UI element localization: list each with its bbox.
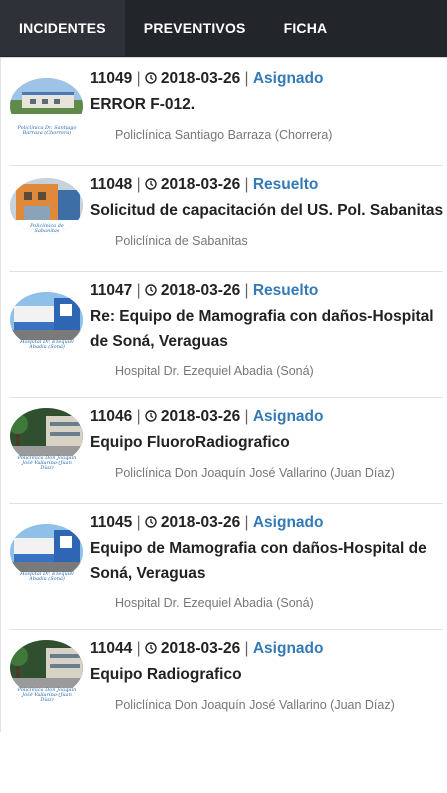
incident-item[interactable]: Policlínica de Sabanitas 11048 | 2018-03… <box>9 166 443 272</box>
incident-id: 11048 <box>90 176 133 193</box>
incident-site: Policlínica Don Joaquín José Vallarino (… <box>115 698 395 712</box>
status-badge: Asignado <box>252 514 324 531</box>
incident-item[interactable]: Policlínica Dr. Santiago Barraza (Chorre… <box>9 58 443 166</box>
incident-title: Solicitud de capacitación del US. Pol. S… <box>90 202 444 219</box>
incident-site: Policlínica Don Joaquín José Vallarino (… <box>115 466 395 480</box>
incident-date: 2018-03-26 <box>160 640 241 657</box>
tab-incidentes[interactable]: INCIDENTES <box>0 0 125 56</box>
incident-item[interactable]: Policlínica Don Joaquín José Vallarino (… <box>9 630 443 732</box>
tab-bar-spacer <box>346 0 447 57</box>
tab-ficha[interactable]: FICHA <box>265 0 347 56</box>
incident-item[interactable]: Policlínica Don Joaquín José Vallarino (… <box>9 398 443 504</box>
incident-site: Hospital Dr. Ezequiel Abadia (Soná) <box>115 364 314 378</box>
incident-title: Equipo de Mamografia con daños-Hospital … <box>90 540 427 582</box>
clock-icon <box>145 516 157 528</box>
incident-header: 11045 | 2018-03-26 | Asignado <box>90 514 324 531</box>
clock-icon <box>145 178 157 190</box>
clock-icon <box>145 642 157 654</box>
incident-header: 11044 | 2018-03-26 | Asignado <box>90 640 324 657</box>
incident-id: 11046 <box>90 408 133 425</box>
incident-date: 2018-03-26 <box>160 282 241 299</box>
incident-id: 11049 <box>90 70 133 87</box>
status-badge: Asignado <box>252 408 324 425</box>
incident-header: 11048 | 2018-03-26 | Resuelto <box>90 176 319 193</box>
incident-header: 11047 | 2018-03-26 | Resuelto <box>90 282 319 299</box>
thumb-caption: Policlínica Don Joaquín José Vallarino (… <box>17 455 77 471</box>
status-badge: Asignado <box>252 70 324 87</box>
incident-site: Policlínica de Sabanitas <box>115 234 248 248</box>
incident-item[interactable]: Hospital Dr. Ezequiel Abadia (Soná) 1104… <box>9 272 443 398</box>
incident-id: 11047 <box>90 282 133 299</box>
incident-item[interactable]: Hospital Dr. Ezequiel Abadia (Soná) 1104… <box>9 504 443 630</box>
incident-date: 2018-03-26 <box>160 514 241 531</box>
incident-title: Equipo Radiografico <box>90 666 242 683</box>
incident-list[interactable]: Policlínica Dr. Santiago Barraza (Chorre… <box>0 58 447 732</box>
tab-preventivos[interactable]: PREVENTIVOS <box>125 0 265 56</box>
incident-site: Hospital Dr. Ezequiel Abadia (Soná) <box>115 596 314 610</box>
thumb-caption: Policlínica Dr. Santiago Barraza (Chorre… <box>17 125 77 136</box>
tab-bar: INCIDENTES PREVENTIVOS FICHA <box>0 0 447 58</box>
clock-icon <box>145 284 157 296</box>
clock-icon <box>145 410 157 422</box>
incident-date: 2018-03-26 <box>160 408 241 425</box>
status-badge: Resuelto <box>252 176 319 193</box>
incident-header: 11049 | 2018-03-26 | Asignado <box>90 70 324 87</box>
thumb-caption: Hospital Dr. Ezequiel Abadia (Soná) <box>20 571 74 582</box>
incident-id: 11045 <box>90 514 133 531</box>
thumb-caption: Hospital Dr. Ezequiel Abadia (Soná) <box>20 339 74 350</box>
incident-title: Equipo FluoroRadiografico <box>90 434 290 451</box>
incident-header: 11046 | 2018-03-26 | Asignado <box>90 408 324 425</box>
incident-date: 2018-03-26 <box>160 176 241 193</box>
status-badge: Asignado <box>252 640 324 657</box>
thumb-caption: Policlínica Don Joaquín José Vallarino (… <box>17 687 77 703</box>
incident-title: ERROR F-012. <box>90 96 196 113</box>
incident-date: 2018-03-26 <box>160 70 241 87</box>
incident-id: 11044 <box>90 640 133 657</box>
incident-site: Policlínica Santiago Barraza (Chorrera) <box>115 128 333 142</box>
clock-icon <box>145 72 157 84</box>
incident-title: Re: Equipo de Mamografia con daños-Hospi… <box>90 308 434 350</box>
thumb-caption: Policlínica de Sabanitas <box>30 223 64 234</box>
status-badge: Resuelto <box>252 282 319 299</box>
